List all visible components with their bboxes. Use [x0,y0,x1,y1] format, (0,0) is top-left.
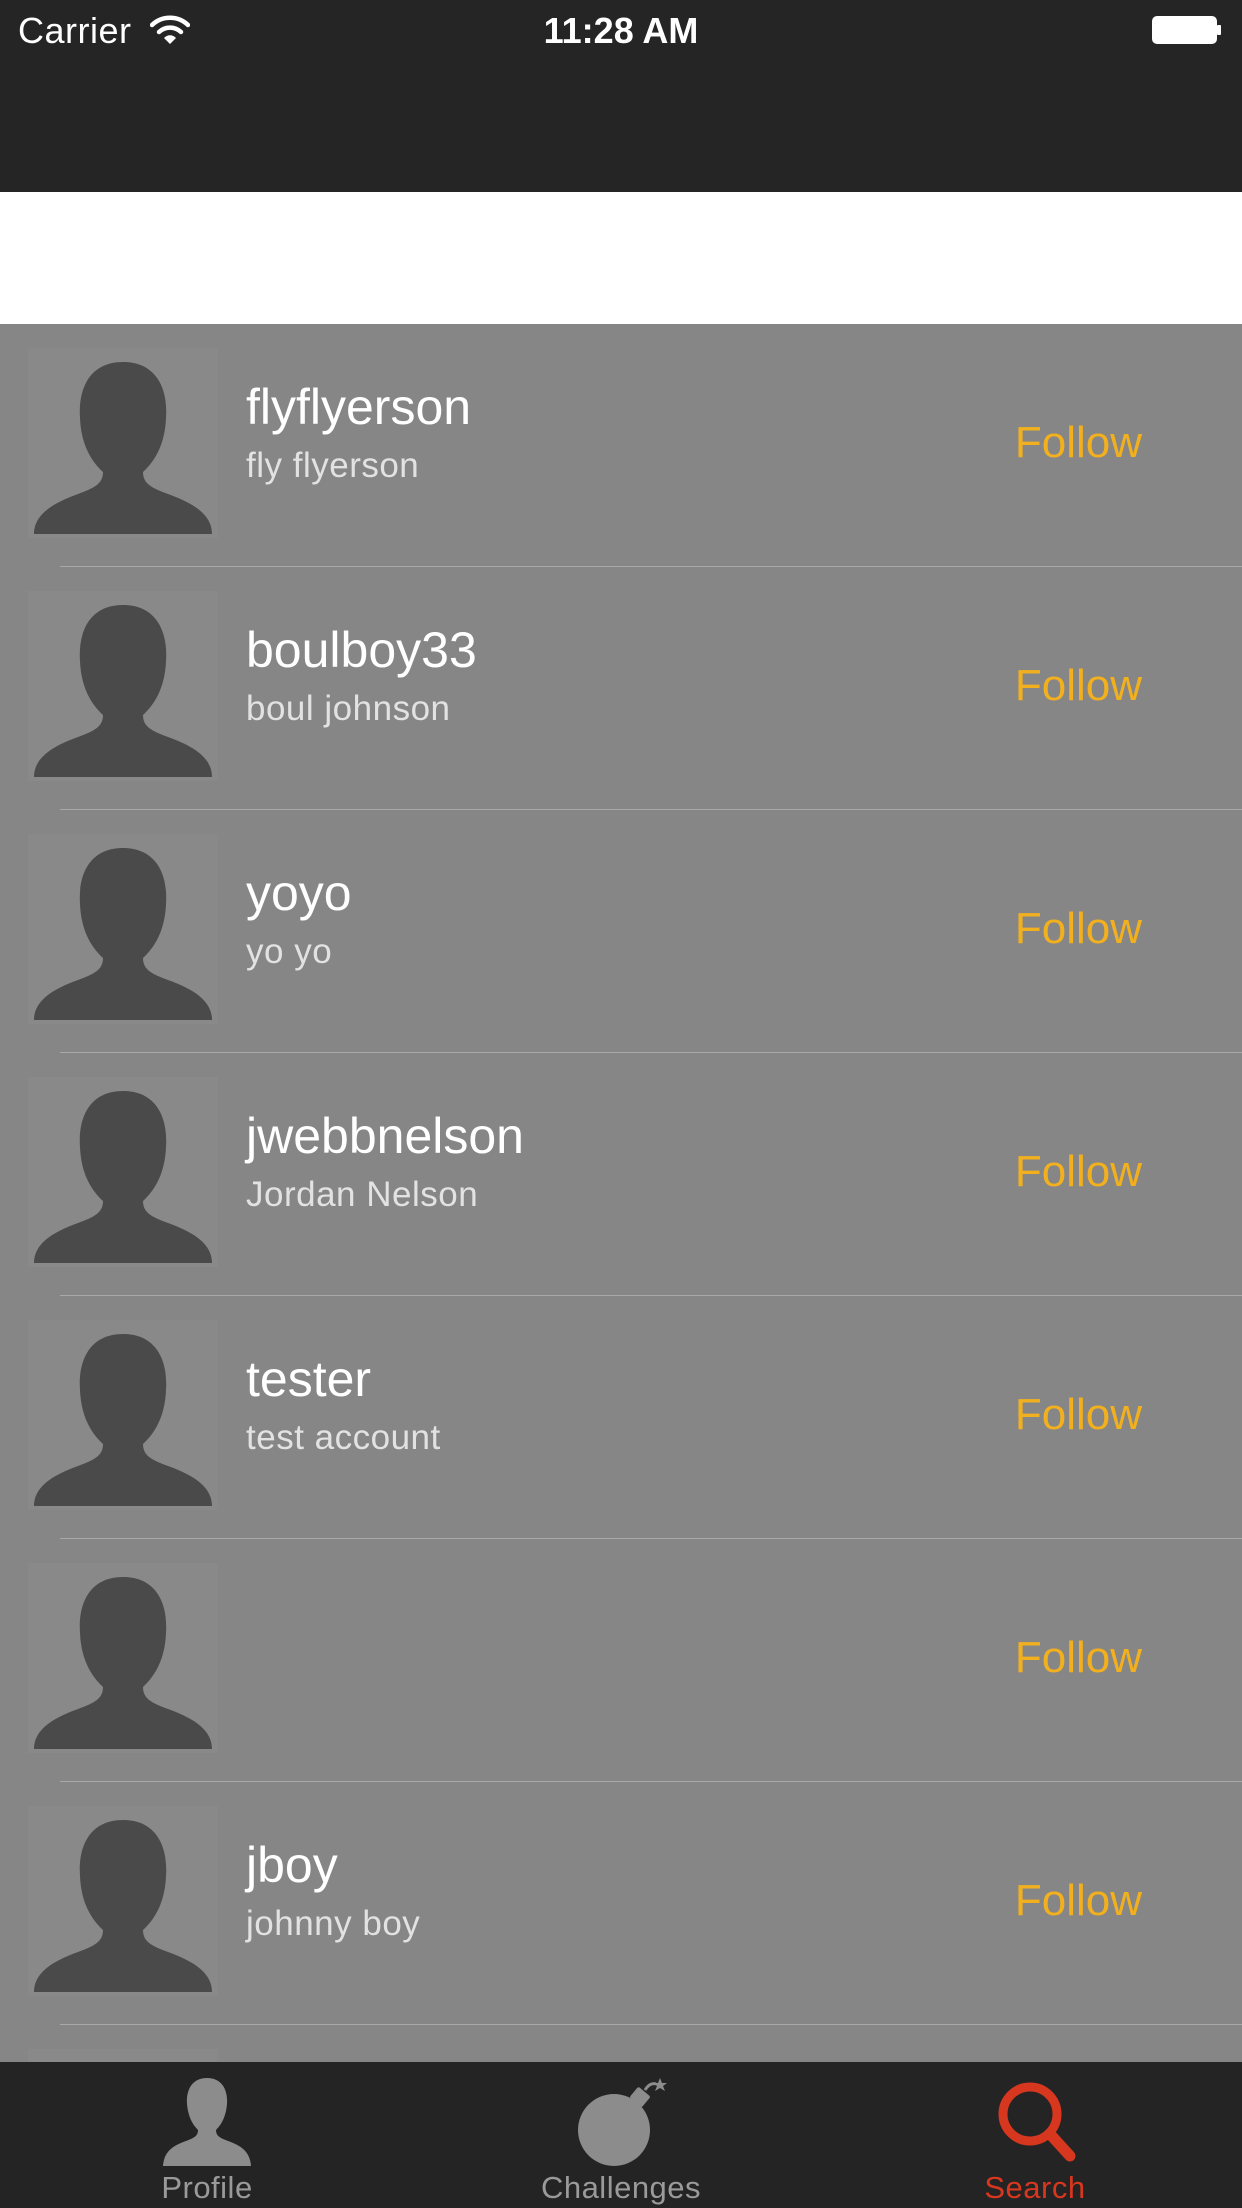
avatar-placeholder-icon [28,2049,218,2062]
follow-button[interactable]: Follow [1015,1147,1142,1197]
full-name: johnny boy [246,1904,421,1943]
search-icon [998,2082,1076,2162]
username: boulboy33 [246,622,477,678]
username: flyflyerson [246,379,472,435]
user-row[interactable] [0,2025,1242,2062]
follow-button[interactable]: Follow [1015,904,1142,954]
tab-profile[interactable]: Profile [0,2062,414,2208]
follow-button[interactable]: Follow [1015,661,1142,711]
user-row[interactable]: jwebbnelson Jordan Nelson Follow [0,1053,1242,1296]
full-name: fly flyerson [246,446,420,485]
full-name: boul johnson [246,689,451,728]
follow-button[interactable]: Follow [1015,418,1142,468]
user-row[interactable]: tester test account Follow [0,1296,1242,1539]
tab-label: Challenges [540,2170,702,2205]
user-row[interactable]: flyflyerson fly flyerson Follow [0,324,1242,567]
avatar-placeholder-icon [28,1563,218,1753]
avatar-placeholder-icon [28,348,218,538]
full-name: Jordan Nelson [246,1175,479,1214]
status-time: 11:28 AM [543,10,699,51]
search-screen: Carrier 11:28 AM flyflyerson fly flyerso… [0,0,1242,2208]
user-row[interactable]: yoyo yo yo Follow [0,810,1242,1053]
battery-icon [1152,16,1221,44]
avatar-placeholder-icon [28,1806,218,1996]
follow-button[interactable]: Follow [1015,1390,1142,1440]
username: jwebbnelson [246,1108,524,1164]
avatar-placeholder-icon [28,1320,218,1510]
username: jboy [246,1837,338,1893]
tab-challenges[interactable]: Challenges [414,2062,828,2208]
tab-search[interactable]: Search [828,2062,1242,2208]
full-name: yo yo [246,932,333,971]
username: tester [246,1351,372,1407]
follow-button[interactable]: Follow [1015,1876,1142,1926]
tab-bar: Profile Challenges Search [0,2062,1242,2208]
avatar-placeholder-icon [28,591,218,781]
avatar-placeholder-icon [28,834,218,1024]
top-bar: Carrier 11:28 AM [0,0,1242,192]
tab-label: Search [984,2170,1086,2205]
tab-label: Profile [161,2170,253,2205]
full-name: test account [246,1418,441,1457]
user-row[interactable]: boulboy33 boul johnson Follow [0,567,1242,810]
follow-button[interactable]: Follow [1015,1633,1142,1683]
search-field[interactable] [0,192,1242,324]
profile-icon [163,2078,251,2166]
username: yoyo [246,865,352,921]
user-list[interactable]: flyflyerson fly flyerson Follow boulboy3… [0,324,1242,2062]
user-row[interactable]: Follow [0,1539,1242,1782]
user-row[interactable]: jboy johnny boy Follow [0,1782,1242,2025]
avatar-placeholder-icon [28,1077,218,1267]
bomb-icon [578,2078,667,2166]
